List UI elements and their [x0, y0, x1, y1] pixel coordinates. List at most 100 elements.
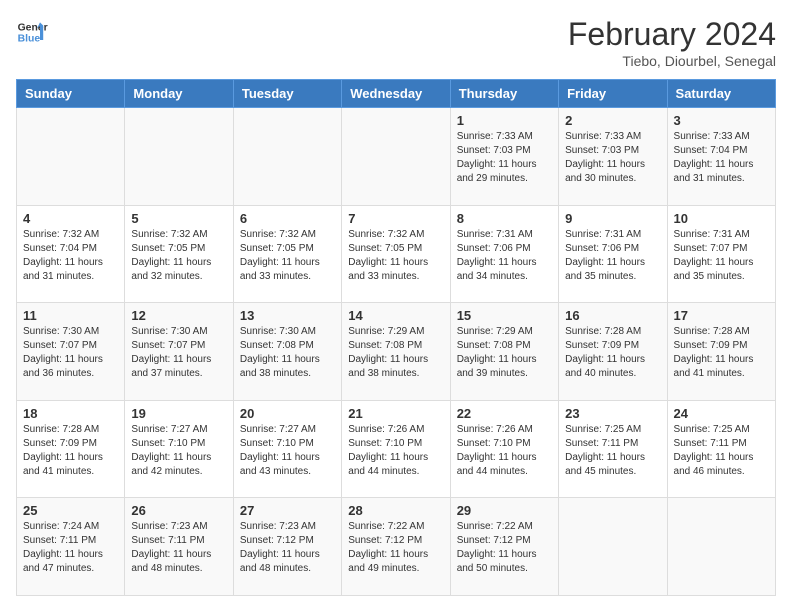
svg-text:Blue: Blue	[18, 34, 41, 45]
day-cell: 3Sunrise: 7:33 AM Sunset: 7:04 PM Daylig…	[667, 108, 775, 206]
day-cell: 7Sunrise: 7:32 AM Sunset: 7:05 PM Daylig…	[342, 205, 450, 303]
day-cell: 25 Sunrise: 7:24 AM Sunset: 7:11 PM Dayli…	[17, 498, 125, 596]
day-number: 25	[23, 503, 118, 518]
day-cell: 5 Sunrise: 7:32 AM Sunset: 7:05 PM Daylig…	[125, 205, 233, 303]
day-info: Sunrise: 7:27 AM Sunset: 7:10 PM Dayligh…	[240, 423, 335, 479]
week-row-2: 4 Sunrise: 7:32 AM Sunset: 7:04 PM Daylig…	[17, 205, 776, 303]
day-info: Sunrise: 7:33 AM Sunset: 7:03 PM Dayligh…	[565, 130, 660, 186]
day-cell: 1Sunrise: 7:33 AM Sunset: 7:03 PM Daylig…	[450, 108, 558, 206]
day-info: Sunrise: 7:28 AM Sunset: 7:09 PM Dayligh…	[23, 423, 118, 479]
month-year: February 2024	[568, 16, 776, 53]
day-cell: 20 Sunrise: 7:27 AM Sunset: 7:10 PM Dayli…	[233, 400, 341, 498]
day-number: 16	[565, 308, 660, 323]
day-number: 22	[457, 406, 552, 421]
day-number: 10	[674, 211, 769, 226]
day-number: 18	[23, 406, 118, 421]
day-number: 29	[457, 503, 552, 518]
week-row-3: 11Sunrise: 7:30 AM Sunset: 7:07 PM Dayli…	[17, 303, 776, 401]
day-cell	[559, 498, 667, 596]
day-cell	[125, 108, 233, 206]
day-info: Sunrise: 7:24 AM Sunset: 7:11 PM Dayligh…	[23, 520, 118, 576]
day-info: Sunrise: 7:26 AM Sunset: 7:10 PM Dayligh…	[457, 423, 552, 479]
day-info: Sunrise: 7:28 AM Sunset: 7:09 PM Dayligh…	[565, 325, 660, 381]
location: Tiebo, Diourbel, Senegal	[568, 53, 776, 69]
day-number: 3	[674, 113, 769, 128]
day-cell: 21 Sunrise: 7:26 AM Sunset: 7:10 PM Dayli…	[342, 400, 450, 498]
day-number: 9	[565, 211, 660, 226]
day-number: 2	[565, 113, 660, 128]
day-cell: 8 Sunrise: 7:31 AM Sunset: 7:06 PM Daylig…	[450, 205, 558, 303]
header: General Blue February 2024 Tiebo, Diourb…	[16, 16, 776, 69]
day-number: 5	[131, 211, 226, 226]
col-monday: Monday	[125, 80, 233, 108]
day-info: Sunrise: 7:31 AM Sunset: 7:06 PM Dayligh…	[565, 228, 660, 284]
col-friday: Friday	[559, 80, 667, 108]
day-info: Sunrise: 7:30 AM Sunset: 7:07 PM Dayligh…	[23, 325, 118, 381]
day-cell: 16 Sunrise: 7:28 AM Sunset: 7:09 PM Dayli…	[559, 303, 667, 401]
day-cell: 18 Sunrise: 7:28 AM Sunset: 7:09 PM Dayli…	[17, 400, 125, 498]
col-sunday: Sunday	[17, 80, 125, 108]
day-number: 6	[240, 211, 335, 226]
day-cell: 26Sunrise: 7:23 AM Sunset: 7:11 PM Dayli…	[125, 498, 233, 596]
day-cell: 12Sunrise: 7:30 AM Sunset: 7:07 PM Dayli…	[125, 303, 233, 401]
day-number: 17	[674, 308, 769, 323]
day-cell: 28 Sunrise: 7:22 AM Sunset: 7:12 PM Dayli…	[342, 498, 450, 596]
day-info: Sunrise: 7:32 AM Sunset: 7:05 PM Dayligh…	[131, 228, 226, 284]
day-info: Sunrise: 7:31 AM Sunset: 7:06 PM Dayligh…	[457, 228, 552, 284]
day-info: Sunrise: 7:32 AM Sunset: 7:04 PM Dayligh…	[23, 228, 118, 284]
day-cell: 23 Sunrise: 7:25 AM Sunset: 7:11 PM Dayli…	[559, 400, 667, 498]
day-cell: 19 Sunrise: 7:27 AM Sunset: 7:10 PM Dayli…	[125, 400, 233, 498]
day-info: Sunrise: 7:22 AM Sunset: 7:12 PM Dayligh…	[348, 520, 443, 576]
day-number: 21	[348, 406, 443, 421]
day-cell: 22 Sunrise: 7:26 AM Sunset: 7:10 PM Dayli…	[450, 400, 558, 498]
day-info: Sunrise: 7:26 AM Sunset: 7:10 PM Dayligh…	[348, 423, 443, 479]
col-saturday: Saturday	[667, 80, 775, 108]
day-cell	[667, 498, 775, 596]
day-number: 20	[240, 406, 335, 421]
day-cell: 10 Sunrise: 7:31 AM Sunset: 7:07 PM Dayli…	[667, 205, 775, 303]
day-info: Sunrise: 7:27 AM Sunset: 7:10 PM Dayligh…	[131, 423, 226, 479]
day-info: Sunrise: 7:29 AM Sunset: 7:08 PM Dayligh…	[348, 325, 443, 381]
svg-text:General: General	[18, 22, 48, 33]
day-cell	[17, 108, 125, 206]
day-number: 4	[23, 211, 118, 226]
day-info: Sunrise: 7:23 AM Sunset: 7:12 PM Dayligh…	[240, 520, 335, 576]
day-number: 23	[565, 406, 660, 421]
day-number: 15	[457, 308, 552, 323]
day-cell: 27Sunrise: 7:23 AM Sunset: 7:12 PM Dayli…	[233, 498, 341, 596]
day-number: 24	[674, 406, 769, 421]
day-cell: 2 Sunrise: 7:33 AM Sunset: 7:03 PM Daylig…	[559, 108, 667, 206]
day-cell: 4 Sunrise: 7:32 AM Sunset: 7:04 PM Daylig…	[17, 205, 125, 303]
day-number: 8	[457, 211, 552, 226]
page: General Blue February 2024 Tiebo, Diourb…	[0, 0, 792, 612]
day-cell: 15 Sunrise: 7:29 AM Sunset: 7:08 PM Dayli…	[450, 303, 558, 401]
day-info: Sunrise: 7:29 AM Sunset: 7:08 PM Dayligh…	[457, 325, 552, 381]
day-number: 19	[131, 406, 226, 421]
day-info: Sunrise: 7:32 AM Sunset: 7:05 PM Dayligh…	[240, 228, 335, 284]
day-number: 28	[348, 503, 443, 518]
logo-icon: General Blue	[16, 16, 48, 48]
day-number: 14	[348, 308, 443, 323]
day-cell	[342, 108, 450, 206]
day-cell	[233, 108, 341, 206]
logo: General Blue	[16, 16, 48, 48]
col-tuesday: Tuesday	[233, 80, 341, 108]
day-info: Sunrise: 7:30 AM Sunset: 7:07 PM Dayligh…	[131, 325, 226, 381]
title-block: February 2024 Tiebo, Diourbel, Senegal	[568, 16, 776, 69]
col-wednesday: Wednesday	[342, 80, 450, 108]
day-cell: 14 Sunrise: 7:29 AM Sunset: 7:08 PM Dayli…	[342, 303, 450, 401]
day-info: Sunrise: 7:22 AM Sunset: 7:12 PM Dayligh…	[457, 520, 552, 576]
day-info: Sunrise: 7:25 AM Sunset: 7:11 PM Dayligh…	[565, 423, 660, 479]
day-cell: 17 Sunrise: 7:28 AM Sunset: 7:09 PM Dayli…	[667, 303, 775, 401]
week-row-5: 25 Sunrise: 7:24 AM Sunset: 7:11 PM Dayli…	[17, 498, 776, 596]
day-cell: 13 Sunrise: 7:30 AM Sunset: 7:08 PM Dayli…	[233, 303, 341, 401]
day-cell: 24 Sunrise: 7:25 AM Sunset: 7:11 PM Dayli…	[667, 400, 775, 498]
calendar-table: Sunday Monday Tuesday Wednesday Thursday…	[16, 79, 776, 596]
day-info: Sunrise: 7:25 AM Sunset: 7:11 PM Dayligh…	[674, 423, 769, 479]
day-cell: 9 Sunrise: 7:31 AM Sunset: 7:06 PM Daylig…	[559, 205, 667, 303]
day-info: Sunrise: 7:28 AM Sunset: 7:09 PM Dayligh…	[674, 325, 769, 381]
day-info: Sunrise: 7:30 AM Sunset: 7:08 PM Dayligh…	[240, 325, 335, 381]
day-info: Sunrise: 7:31 AM Sunset: 7:07 PM Dayligh…	[674, 228, 769, 284]
day-number: 13	[240, 308, 335, 323]
header-row: Sunday Monday Tuesday Wednesday Thursday…	[17, 80, 776, 108]
